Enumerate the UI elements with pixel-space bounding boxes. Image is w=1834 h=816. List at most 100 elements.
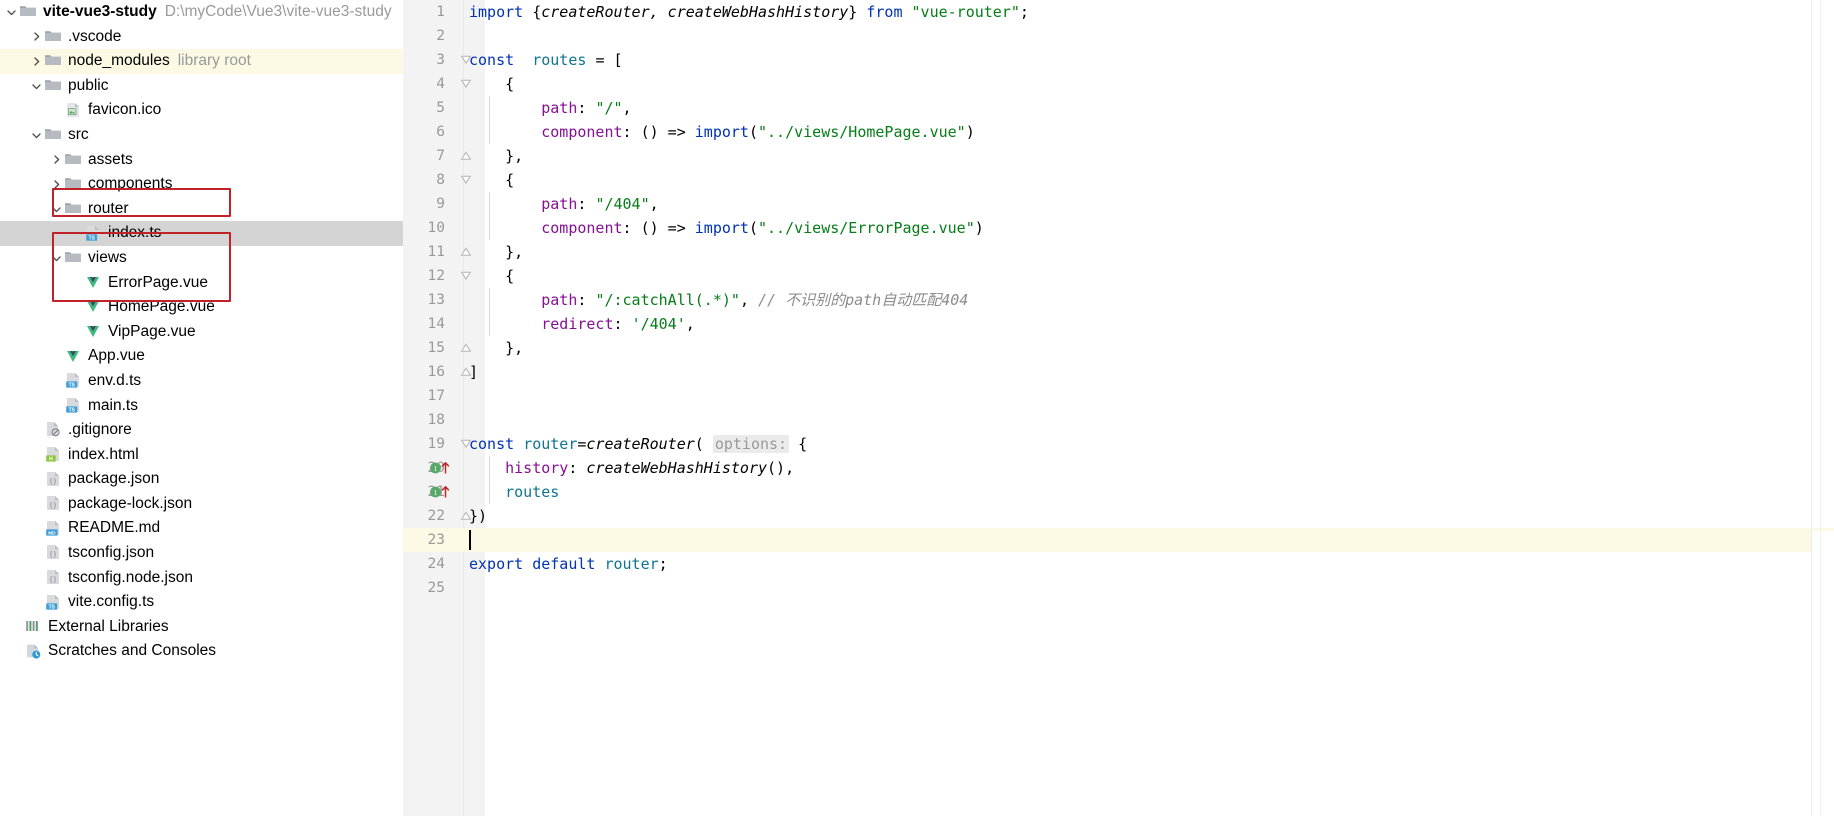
chevron-down-icon[interactable] xyxy=(4,7,19,18)
code-line[interactable]: 9 path: "/404", xyxy=(403,192,1834,216)
line-number: 25 xyxy=(427,580,445,596)
tree-root-path: D:\myCode\Vue3\vite-vue3-study xyxy=(164,3,392,20)
svg-text:TS: TS xyxy=(68,383,75,389)
vue-file-icon xyxy=(64,347,84,367)
code-text: }, xyxy=(469,144,523,168)
tree-row-vite-config-ts[interactable]: TS vite.config.ts xyxy=(0,590,403,615)
code-line[interactable]: 201 history: createWebHashHistory(), xyxy=(403,456,1834,480)
code-token: component xyxy=(469,123,623,141)
code-token: ] xyxy=(469,363,479,381)
code-line[interactable]: 13 path: "/:catchAll(.*)", // 不识别的path自动… xyxy=(403,288,1834,312)
code-line[interactable]: 211 routes xyxy=(403,480,1834,504)
code-token: ; xyxy=(658,555,668,573)
chevron-right-icon[interactable] xyxy=(29,31,44,42)
tree-row-src[interactable]: src xyxy=(0,123,403,148)
tree-label-tsconfig-node-json: tsconfig.node.json xyxy=(68,568,193,586)
code-content[interactable]: 1 import {createRouter, createWebHashHist… xyxy=(403,0,1834,816)
tree-row-main-ts[interactable]: TS main.ts xyxy=(0,394,403,419)
tree-row-gitignore[interactable]: .gitignore xyxy=(0,418,403,443)
code-token: ( xyxy=(694,435,713,453)
tree-row-tsconfig-node-json[interactable]: {} tsconfig.node.json xyxy=(0,566,403,591)
code-line[interactable]: 25 xyxy=(403,576,1834,600)
project-tool-window[interactable]: vite-vue3-study D:\myCode\Vue3\vite-vue3-… xyxy=(0,0,403,816)
code-line[interactable]: 2 xyxy=(403,24,1834,48)
chevron-right-icon[interactable] xyxy=(49,154,64,165)
tree-row-app-vue[interactable]: App.vue xyxy=(0,344,403,369)
chevron-down-icon[interactable] xyxy=(29,81,44,92)
code-line[interactable]: 15 }, xyxy=(403,336,1834,360)
vue-file-icon xyxy=(84,322,104,342)
code-token: // 不识别的path自动匹配404 xyxy=(758,291,969,309)
code-editor[interactable]: 1 import {createRouter, createWebHashHist… xyxy=(403,0,1834,816)
code-line[interactable]: 6 component: () => import("../views/Home… xyxy=(403,120,1834,144)
code-line[interactable]: 23 xyxy=(403,528,1834,552)
tree-row-index-html[interactable]: Hindex.html xyxy=(0,443,403,468)
code-line[interactable]: 16] xyxy=(403,360,1834,384)
tree-row-homepage-vue[interactable]: HomePage.vue xyxy=(0,295,403,320)
code-line[interactable]: 1 import {createRouter, createWebHashHist… xyxy=(403,0,1834,24)
tree-label-vippage-vue: VipPage.vue xyxy=(108,322,196,340)
tree-row-components[interactable]: components xyxy=(0,172,403,197)
tree-row-router[interactable]: router xyxy=(0,197,403,222)
tree-row-favicon-ico[interactable]: favicon.ico xyxy=(0,98,403,123)
tree-row-root[interactable]: vite-vue3-study D:\myCode\Vue3\vite-vue3-… xyxy=(0,0,403,25)
code-line[interactable]: 14 redirect: '/404', xyxy=(403,312,1834,336)
usage-arrow-icon[interactable]: 1 xyxy=(429,484,457,500)
tree-label-public: public xyxy=(68,76,109,94)
code-line[interactable]: 18 xyxy=(403,408,1834,432)
tree-row-package-lock-json[interactable]: {} package-lock.json xyxy=(0,492,403,517)
code-token: import xyxy=(694,123,749,141)
code-token: "../views/HomePage.vue" xyxy=(758,123,966,141)
code-line[interactable]: 12 { xyxy=(403,264,1834,288)
line-number: 23 xyxy=(427,532,445,548)
code-token: { xyxy=(789,435,808,453)
code-line[interactable]: 22}) xyxy=(403,504,1834,528)
chevron-down-icon[interactable] xyxy=(49,204,64,215)
code-token: { xyxy=(469,267,515,285)
tree-row-errorpage-vue[interactable]: ErrorPage.vue xyxy=(0,271,403,296)
tree-label-views: views xyxy=(88,248,127,266)
code-line[interactable]: 5 path: "/", xyxy=(403,96,1834,120)
code-line[interactable]: 4 { xyxy=(403,72,1834,96)
code-line[interactable]: 3 const routes = [ xyxy=(403,48,1834,72)
tree-label-tsconfig-json: tsconfig.json xyxy=(68,544,155,562)
code-text: component: () => import("../views/ErrorP… xyxy=(469,216,984,240)
editor-scrollbar[interactable] xyxy=(1811,0,1834,816)
chevron-right-icon[interactable] xyxy=(49,179,64,190)
tree-row-node-modules[interactable]: node_modules library root xyxy=(0,49,403,74)
usage-arrow-icon[interactable]: 1 xyxy=(429,460,457,476)
code-line[interactable]: 17 xyxy=(403,384,1834,408)
code-token: routes xyxy=(469,483,560,501)
tree-row-index-ts[interactable]: TS index.ts xyxy=(0,221,403,246)
tree-row-assets[interactable]: assets xyxy=(0,148,403,173)
code-line[interactable]: 8 { xyxy=(403,168,1834,192)
code-line[interactable]: 19 const router=createRouter( options: { xyxy=(403,432,1834,456)
code-token: = [ xyxy=(595,51,623,69)
tree-label-homepage-vue: HomePage.vue xyxy=(108,298,215,316)
tree-row-package-json[interactable]: {} package.json xyxy=(0,467,403,492)
html-file-icon: H xyxy=(44,445,64,465)
tree-row-vippage-vue[interactable]: VipPage.vue xyxy=(0,320,403,345)
tree-row-env-d-ts[interactable]: TS env.d.ts xyxy=(0,369,403,394)
tree-row-readme-md[interactable]: MD README.md xyxy=(0,516,403,541)
tree-row-vscode[interactable]: .vscode xyxy=(0,25,403,50)
chevron-right-icon[interactable] xyxy=(29,56,44,67)
chevron-down-icon[interactable] xyxy=(49,253,64,264)
tree-row-public[interactable]: public xyxy=(0,74,403,99)
code-token: import xyxy=(694,219,749,237)
code-token: : xyxy=(568,459,587,477)
folder-icon xyxy=(64,248,84,268)
code-line[interactable]: 10 component: () => import("../views/Err… xyxy=(403,216,1834,240)
vue-file-icon xyxy=(84,297,104,317)
tree-row-scratches-and-consoles[interactable]: Scratches and Consoles xyxy=(0,639,403,664)
tree-row-external-libraries[interactable]: External Libraries xyxy=(0,615,403,640)
code-line[interactable]: 7 }, xyxy=(403,144,1834,168)
code-line[interactable]: 24 export default router; xyxy=(403,552,1834,576)
folder-icon xyxy=(44,51,64,71)
code-text: routes xyxy=(469,480,559,504)
code-token: "../views/ErrorPage.vue" xyxy=(758,219,975,237)
tree-row-views[interactable]: views xyxy=(0,246,403,271)
tree-row-tsconfig-json[interactable]: {} tsconfig.json xyxy=(0,541,403,566)
chevron-down-icon[interactable] xyxy=(29,130,44,141)
code-line[interactable]: 11 }, xyxy=(403,240,1834,264)
